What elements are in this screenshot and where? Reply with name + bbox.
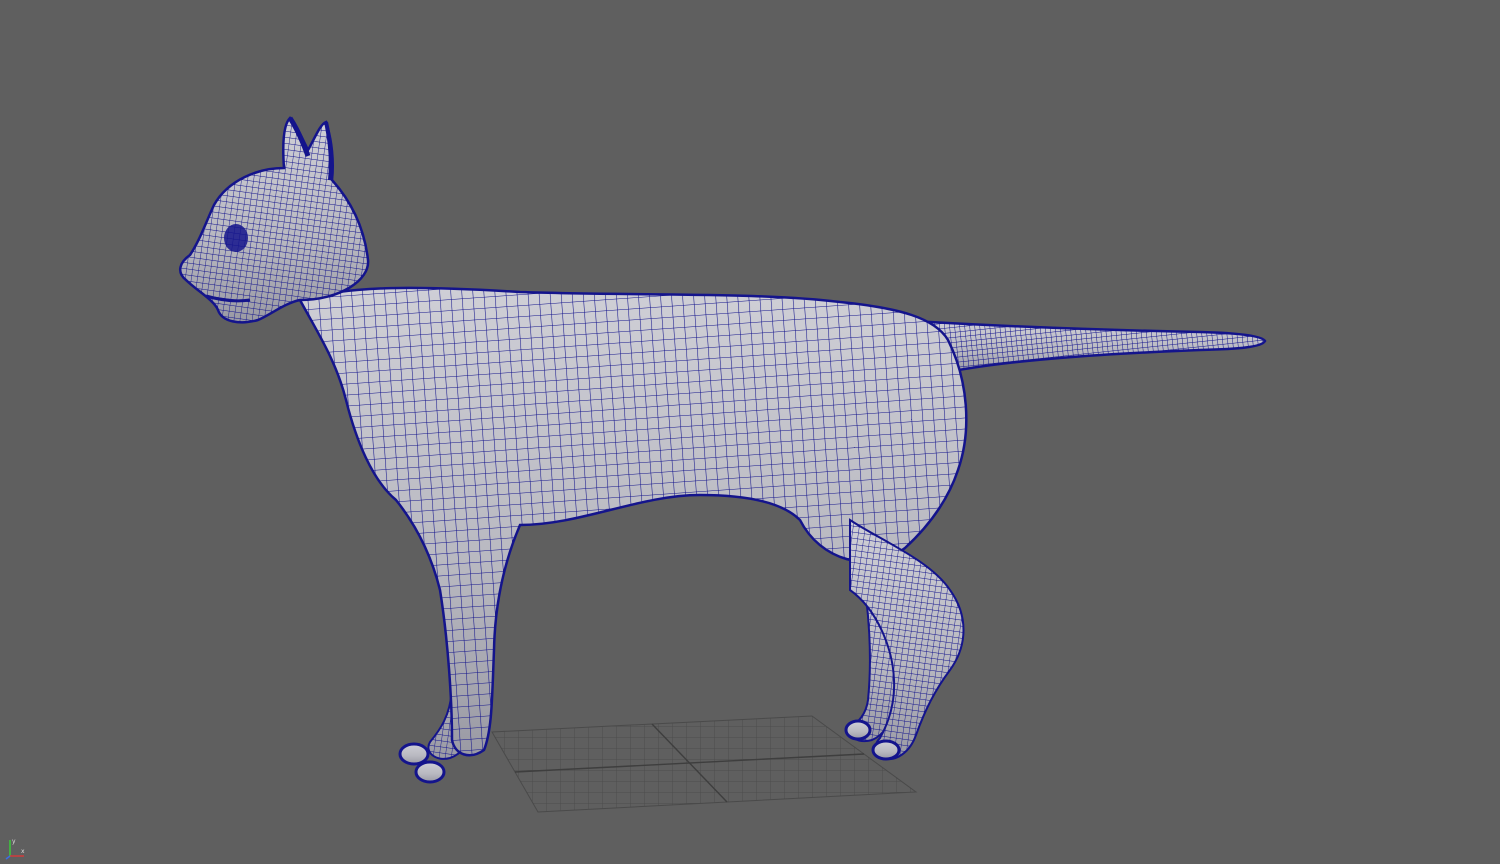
paw-back-far bbox=[844, 719, 872, 741]
paw-back-near bbox=[871, 739, 901, 761]
paw-front-far bbox=[398, 742, 430, 766]
cat-mesh[interactable] bbox=[178, 116, 1267, 784]
eye bbox=[224, 224, 248, 252]
axis-y-label: y bbox=[12, 838, 16, 845]
paw-front-near bbox=[414, 760, 446, 784]
body-wire bbox=[300, 287, 967, 756]
tail-wire bbox=[930, 322, 1265, 372]
3d-viewport[interactable]: y x bbox=[0, 0, 1500, 864]
axis-gizmo: y x bbox=[5, 838, 25, 860]
axis-z bbox=[5, 855, 11, 860]
viewport-scene[interactable] bbox=[0, 0, 1500, 864]
axis-x-label: x bbox=[21, 848, 25, 855]
head-wire bbox=[180, 118, 369, 323]
